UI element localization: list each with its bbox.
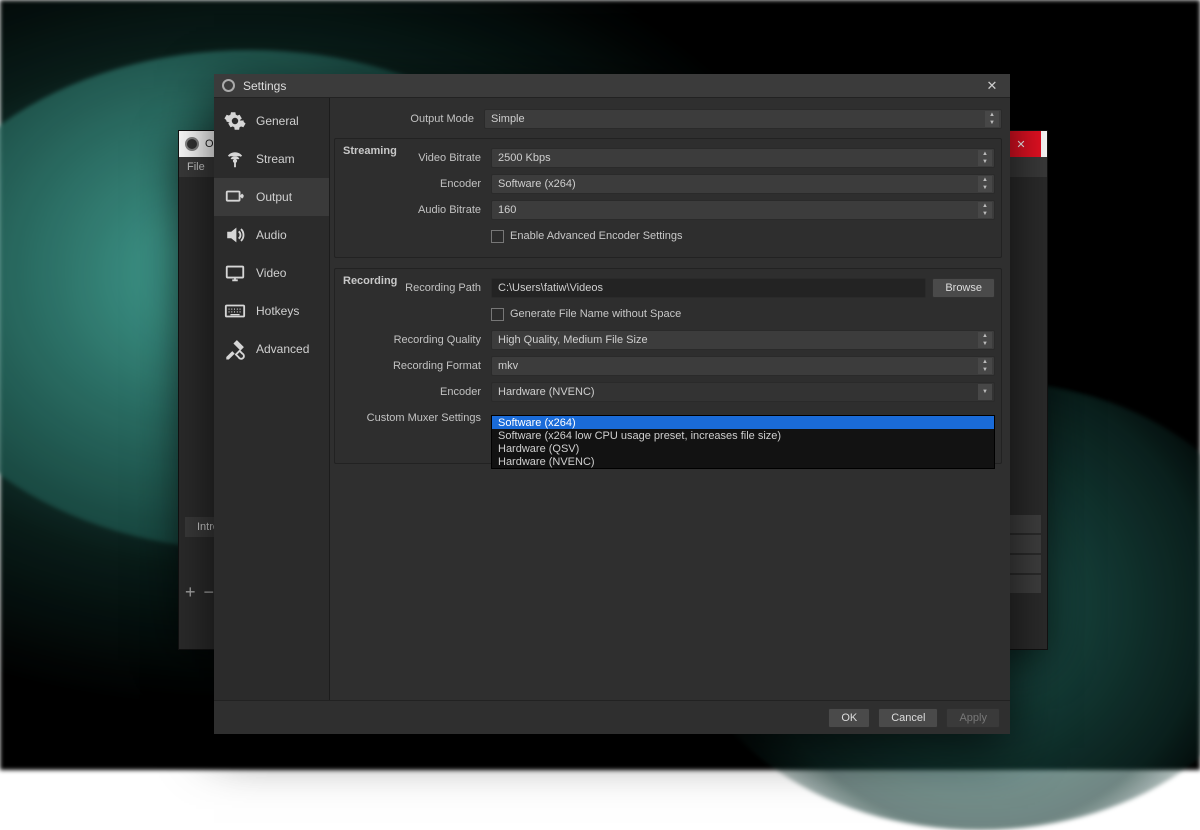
output-mode-select[interactable]: Simple ▲▼ xyxy=(484,109,1002,129)
cancel-button[interactable]: Cancel xyxy=(878,708,938,728)
sidebar-item-stream[interactable]: Stream xyxy=(214,140,329,178)
audio-bitrate-select[interactable]: 160 ▲▼ xyxy=(491,200,995,220)
recording-encoder-label: Encoder xyxy=(341,386,491,398)
keyboard-icon xyxy=(224,300,246,322)
audio-bitrate-label: Audio Bitrate xyxy=(341,204,491,216)
dialog-title: Settings xyxy=(243,79,286,93)
filename-nospace-label: Generate File Name without Space xyxy=(510,308,681,320)
video-bitrate-input[interactable]: 2500 Kbps ▲▼ xyxy=(491,148,995,168)
dialog-close-button[interactable]: ✕ xyxy=(982,78,1002,94)
sidebar-label: Hotkeys xyxy=(256,304,299,318)
output-icon xyxy=(224,186,246,208)
recording-encoder-select[interactable]: Hardware (NVENC) ▼ xyxy=(491,382,995,402)
filename-nospace-checkbox[interactable] xyxy=(491,308,504,321)
speaker-icon xyxy=(224,224,246,246)
gear-icon xyxy=(224,110,246,132)
browse-button[interactable]: Browse xyxy=(932,278,995,298)
sidebar-label: Output xyxy=(256,190,292,204)
streaming-encoder-select[interactable]: Software (x264) ▲▼ xyxy=(491,174,995,194)
dialog-titlebar: Settings ✕ xyxy=(214,74,1010,98)
encoder-option[interactable]: Software (x264 low CPU usage preset, inc… xyxy=(492,429,994,442)
recording-quality-label: Recording Quality xyxy=(341,334,491,346)
output-mode-label: Output Mode xyxy=(334,113,484,125)
recording-path-input[interactable]: C:\Users\fatiw\Videos xyxy=(491,278,926,298)
encoder-option[interactable]: Hardware (QSV) xyxy=(492,442,994,455)
sidebar-item-general[interactable]: General xyxy=(214,102,329,140)
recording-format-label: Recording Format xyxy=(341,360,491,372)
sidebar-label: Advanced xyxy=(256,342,309,356)
settings-dialog: Settings ✕ General Stream Output xyxy=(214,74,1010,734)
custom-muxer-label: Custom Muxer Settings xyxy=(341,412,491,424)
streaming-group-title: Streaming xyxy=(343,145,397,157)
advanced-encoder-checkbox-label: Enable Advanced Encoder Settings xyxy=(510,230,682,242)
sidebar-label: Video xyxy=(256,266,286,280)
sidebar-label: Audio xyxy=(256,228,287,242)
add-source-button[interactable]: + xyxy=(185,582,196,603)
sidebar-label: Stream xyxy=(256,152,295,166)
apply-button[interactable]: Apply xyxy=(946,708,1000,728)
obs-logo-icon xyxy=(222,79,235,92)
advanced-encoder-checkbox[interactable] xyxy=(491,230,504,243)
menu-file[interactable]: File xyxy=(187,161,205,173)
recording-encoder-dropdown[interactable]: Software (x264) Software (x264 low CPU u… xyxy=(491,415,995,469)
encoder-option[interactable]: Software (x264) xyxy=(492,416,994,429)
streaming-encoder-label: Encoder xyxy=(341,178,491,190)
recording-group-title: Recording xyxy=(343,275,397,287)
streaming-group: Streaming Video Bitrate 2500 Kbps ▲▼ Enc… xyxy=(334,138,1002,258)
dialog-footer: OK Cancel Apply xyxy=(214,700,1010,734)
remove-source-button[interactable]: − xyxy=(204,582,215,603)
tools-icon xyxy=(224,338,246,360)
settings-sidebar: General Stream Output Audio xyxy=(214,98,330,700)
encoder-option[interactable]: Hardware (NVENC) xyxy=(492,455,994,468)
sidebar-item-video[interactable]: Video xyxy=(214,254,329,292)
sidebar-item-hotkeys[interactable]: Hotkeys xyxy=(214,292,329,330)
sidebar-item-audio[interactable]: Audio xyxy=(214,216,329,254)
ok-button[interactable]: OK xyxy=(828,708,870,728)
sidebar-label: General xyxy=(256,114,299,128)
monitor-icon xyxy=(224,262,246,284)
recording-quality-select[interactable]: High Quality, Medium File Size ▲▼ xyxy=(491,330,995,350)
recording-format-select[interactable]: mkv ▲▼ xyxy=(491,356,995,376)
sidebar-item-advanced[interactable]: Advanced xyxy=(214,330,329,368)
settings-content: Output Mode Simple ▲▼ Streaming Video Bi… xyxy=(330,98,1010,700)
recording-group: Recording Recording Path C:\Users\fatiw\… xyxy=(334,268,1002,464)
obs-logo-icon xyxy=(185,137,199,151)
sidebar-item-output[interactable]: Output xyxy=(214,178,329,216)
antenna-icon xyxy=(224,148,246,170)
